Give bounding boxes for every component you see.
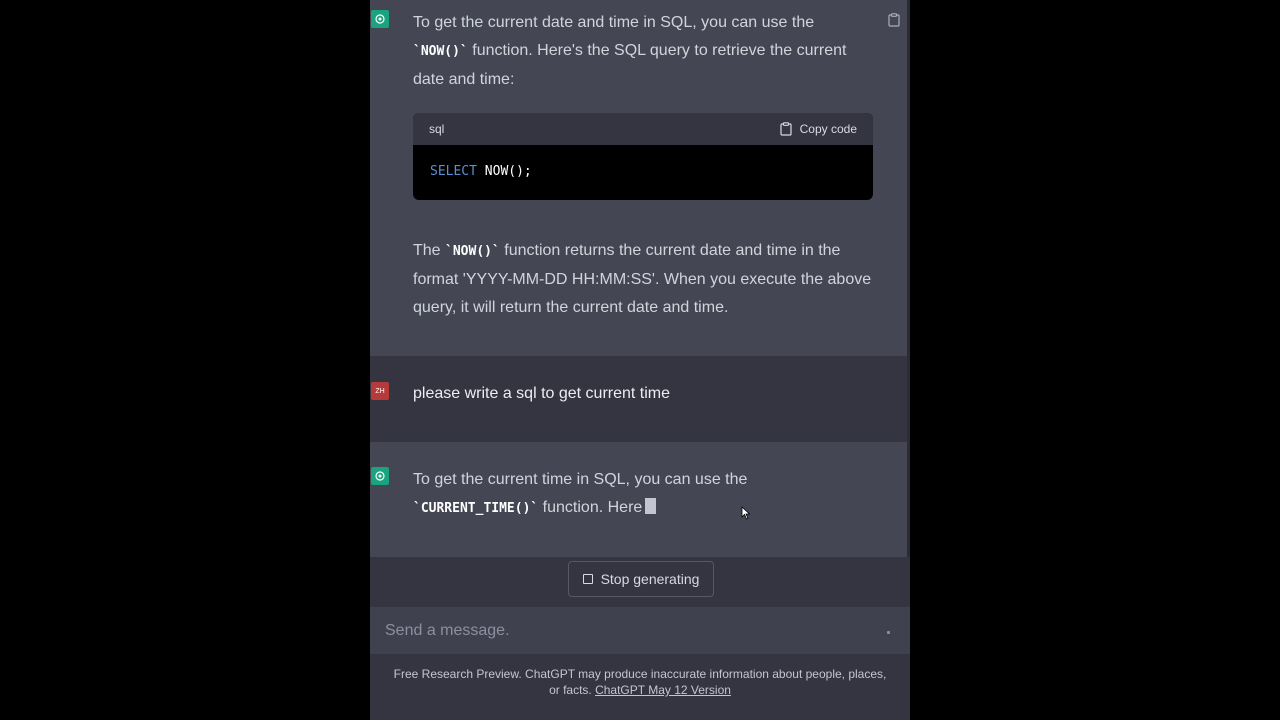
message-input-container: [370, 607, 910, 654]
stop-generating-button[interactable]: Stop generating: [568, 561, 714, 597]
code-block: sql Copy code SELECT NOW();: [413, 113, 873, 200]
assistant-message: To get the current time in SQL, you can …: [370, 442, 907, 557]
inline-code: `NOW()`: [413, 44, 468, 59]
typing-cursor: [645, 498, 657, 514]
chatgpt-logo-icon: [371, 467, 389, 485]
clipboard-icon: [780, 122, 792, 136]
assistant-message: To get the current date and time in SQL,…: [370, 0, 907, 356]
mouse-cursor-icon: [741, 506, 751, 520]
inline-code: `NOW()`: [445, 244, 500, 259]
chat-app: To get the current date and time in SQL,…: [370, 0, 910, 720]
user-message: ZH please write a sql to get current tim…: [370, 356, 907, 442]
copy-code-button[interactable]: Copy code: [780, 122, 857, 136]
code-language-label: sql: [429, 122, 445, 136]
avatar: ZH: [371, 382, 389, 400]
message-text: please write a sql to get current time: [413, 385, 671, 402]
stop-label: Stop generating: [600, 571, 700, 587]
inline-code: `CURRENT_TIME()`: [413, 501, 539, 516]
clipboard-icon[interactable]: [888, 13, 900, 27]
stop-icon: [582, 574, 593, 584]
sql-keyword: SELECT: [430, 164, 477, 179]
sql-expression: NOW();: [476, 164, 532, 179]
code-header: sql Copy code: [413, 113, 873, 145]
code-content: SELECT NOW();: [413, 145, 873, 198]
message-text: To get the current date and time in SQL,…: [413, 14, 847, 88]
footer-disclaimer: Free Research Preview. ChatGPT may produ…: [370, 666, 910, 698]
chatgpt-logo-icon: [371, 10, 389, 28]
version-link[interactable]: ChatGPT May 12 Version: [595, 683, 731, 697]
message-text: The `NOW()` function returns the current…: [413, 242, 872, 316]
copy-code-label: Copy code: [799, 122, 857, 136]
scrollbar[interactable]: [907, 0, 910, 557]
message-text: To get the current time in SQL, you can …: [413, 471, 748, 516]
send-icon[interactable]: [887, 631, 890, 634]
message-input[interactable]: [370, 607, 870, 654]
